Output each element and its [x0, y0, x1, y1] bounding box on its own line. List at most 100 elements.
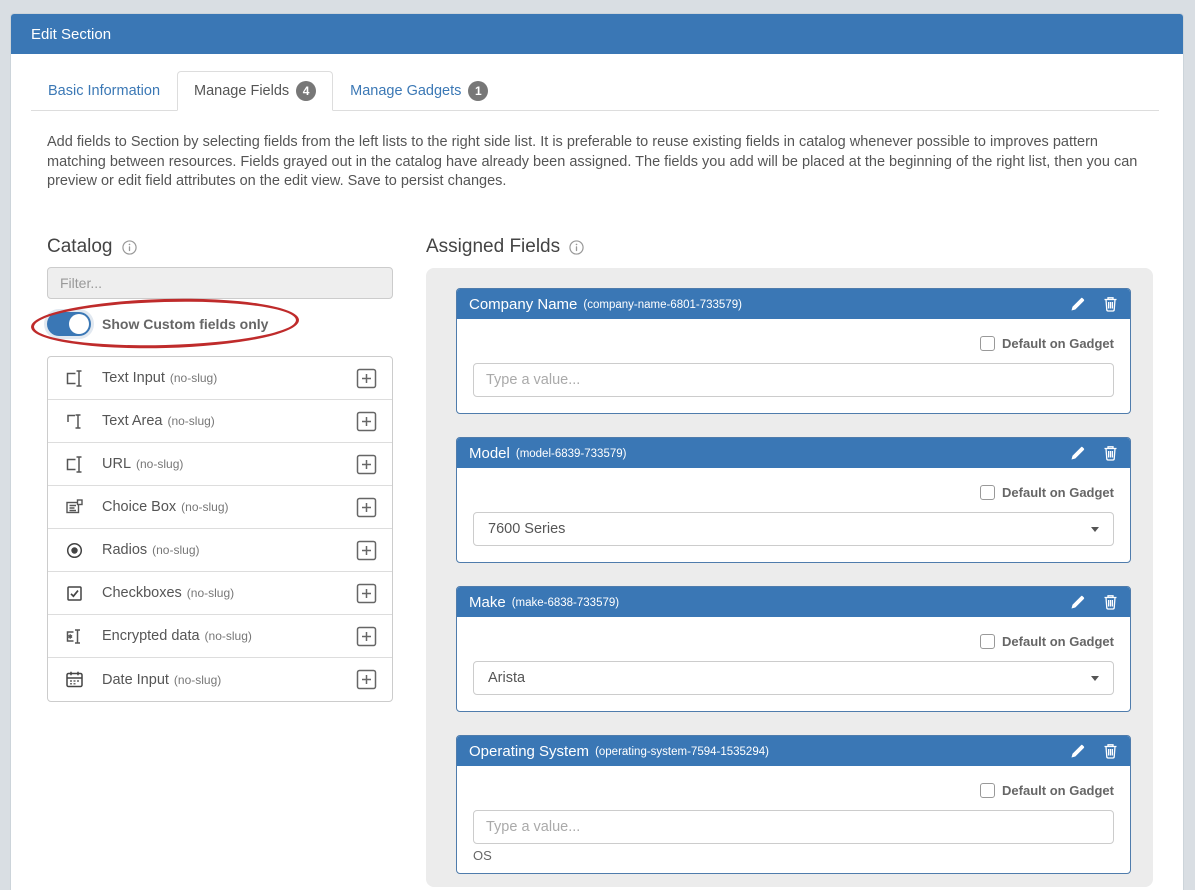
- field-name: Make: [469, 594, 506, 611]
- field-name: Operating System: [469, 743, 589, 760]
- catalog-item-choice-box[interactable]: Choice Box (no-slug): [48, 486, 392, 529]
- trash-icon: [1103, 594, 1118, 610]
- catalog-item-encrypted-data[interactable]: Encrypted data (no-slug): [48, 615, 392, 658]
- default-on-gadget-row: Default on Gadget: [473, 629, 1114, 653]
- model-select[interactable]: 7600 Series: [473, 512, 1114, 546]
- pencil-icon: [1070, 445, 1086, 461]
- dialog-titlebar: Edit Section: [11, 14, 1183, 54]
- url-icon: [64, 454, 87, 475]
- field-card-make: Make (make-6838-733579) Default: [456, 586, 1131, 712]
- default-on-gadget-checkbox[interactable]: [980, 783, 995, 798]
- operating-system-value-input[interactable]: [473, 810, 1114, 844]
- select-value: Arista: [488, 670, 525, 686]
- tab-basic-information[interactable]: Basic Information: [31, 71, 177, 111]
- catalog-item-checkboxes[interactable]: Checkboxes (no-slug): [48, 572, 392, 615]
- make-select[interactable]: Arista: [473, 661, 1114, 695]
- choice-box-icon: [64, 497, 87, 518]
- pencil-icon: [1070, 296, 1086, 312]
- default-on-gadget-row: Default on Gadget: [473, 778, 1114, 802]
- add-field-button[interactable]: [355, 539, 378, 562]
- add-field-button[interactable]: [355, 453, 378, 476]
- edit-section-dialog: Edit Section Basic Information Manage Fi…: [10, 13, 1184, 890]
- checkbox-icon: [64, 583, 87, 604]
- field-card-header: Operating System (operating-system-7594-…: [457, 736, 1130, 766]
- text-area-icon: [64, 411, 87, 432]
- default-on-gadget-checkbox[interactable]: [980, 336, 995, 351]
- field-card-header: Company Name (company-name-6801-733579): [457, 289, 1130, 319]
- tab-label: Basic Information: [48, 83, 160, 99]
- add-field-button[interactable]: [355, 625, 378, 648]
- text-input-icon: [64, 368, 87, 389]
- field-card-header: Model (model-6839-733579): [457, 438, 1130, 468]
- catalog-field-list: Text Input (no-slug) Text Area (no-slug): [47, 356, 393, 702]
- field-slug: (model-6839-733579): [516, 448, 627, 460]
- add-field-button[interactable]: [355, 496, 378, 519]
- field-card-body: Default on Gadget 7600 Series: [457, 468, 1130, 562]
- company-name-value-input[interactable]: [473, 363, 1114, 397]
- catalog-item-text-area[interactable]: Text Area (no-slug): [48, 400, 392, 443]
- assigned-fields-title: Assigned Fields: [426, 233, 1153, 261]
- trash-icon: [1103, 743, 1118, 759]
- pencil-icon: [1070, 743, 1086, 759]
- tab-manage-fields[interactable]: Manage Fields 4: [177, 71, 333, 111]
- catalog-item-radios[interactable]: Radios (no-slug): [48, 529, 392, 572]
- tab-manage-gadgets[interactable]: Manage Gadgets 1: [333, 71, 505, 111]
- encrypted-data-icon: [64, 626, 87, 647]
- field-name: Model: [469, 445, 510, 462]
- calendar-icon: [64, 669, 87, 690]
- assigned-fields-container: Company Name (company-name-6801-733579): [426, 268, 1153, 887]
- tab-label: Manage Fields: [194, 83, 289, 99]
- pencil-icon: [1070, 594, 1086, 610]
- delete-field-button[interactable]: [1103, 445, 1118, 461]
- edit-field-button[interactable]: [1070, 743, 1086, 759]
- delete-field-button[interactable]: [1103, 296, 1118, 312]
- delete-field-button[interactable]: [1103, 594, 1118, 610]
- field-card-body: Default on Gadget OS: [457, 766, 1130, 873]
- section-description: Add fields to Section by selecting field…: [47, 133, 1149, 192]
- catalog-filter-input[interactable]: [47, 267, 393, 299]
- field-helper-text: OS: [473, 848, 1114, 863]
- catalog-item-date-input[interactable]: Date Input (no-slug): [48, 658, 392, 701]
- field-slug: (company-name-6801-733579): [583, 299, 742, 311]
- tab-bar: Basic Information Manage Fields 4 Manage…: [31, 71, 1159, 111]
- edit-field-button[interactable]: [1070, 445, 1086, 461]
- custom-fields-toggle-row: Show Custom fields only: [47, 312, 393, 336]
- catalog-panel: Catalog Show Custom fields only Text Inp…: [47, 233, 393, 702]
- toggle-knob: [69, 314, 89, 334]
- field-slug: (make-6838-733579): [512, 597, 619, 609]
- delete-field-button[interactable]: [1103, 743, 1118, 759]
- default-on-gadget-row: Default on Gadget: [473, 331, 1114, 355]
- add-field-button[interactable]: [355, 367, 378, 390]
- show-custom-fields-toggle[interactable]: [47, 312, 91, 336]
- edit-field-button[interactable]: [1070, 594, 1086, 610]
- info-icon[interactable]: [122, 240, 137, 255]
- trash-icon: [1103, 445, 1118, 461]
- edit-field-button[interactable]: [1070, 296, 1086, 312]
- field-card-company-name: Company Name (company-name-6801-733579): [456, 288, 1131, 414]
- add-field-button[interactable]: [355, 410, 378, 433]
- add-field-button[interactable]: [355, 668, 378, 691]
- chevron-down-icon: [1091, 527, 1099, 532]
- catalog-item-text-input[interactable]: Text Input (no-slug): [48, 357, 392, 400]
- catalog-title: Catalog: [47, 233, 393, 261]
- tab-count-badge: 4: [296, 81, 316, 101]
- field-name: Company Name: [469, 296, 577, 313]
- trash-icon: [1103, 296, 1118, 312]
- add-field-button[interactable]: [355, 582, 378, 605]
- assigned-fields-panel: Assigned Fields Company Name (company-na…: [426, 233, 1153, 887]
- field-card-header: Make (make-6838-733579): [457, 587, 1130, 617]
- default-on-gadget-checkbox[interactable]: [980, 634, 995, 649]
- field-card-model: Model (model-6839-733579) Defaul: [456, 437, 1131, 563]
- tab-label: Manage Gadgets: [350, 83, 461, 99]
- field-card-body: Default on Gadget Arista: [457, 617, 1130, 711]
- info-icon[interactable]: [569, 240, 584, 255]
- toggle-label: Show Custom fields only: [102, 316, 268, 332]
- radio-icon: [64, 540, 87, 561]
- select-value: 7600 Series: [488, 521, 565, 537]
- field-card-body: Default on Gadget: [457, 319, 1130, 413]
- default-on-gadget-checkbox[interactable]: [980, 485, 995, 500]
- field-card-operating-system: Operating System (operating-system-7594-…: [456, 735, 1131, 874]
- catalog-item-url[interactable]: URL (no-slug): [48, 443, 392, 486]
- tab-count-badge: 1: [468, 81, 488, 101]
- chevron-down-icon: [1091, 676, 1099, 681]
